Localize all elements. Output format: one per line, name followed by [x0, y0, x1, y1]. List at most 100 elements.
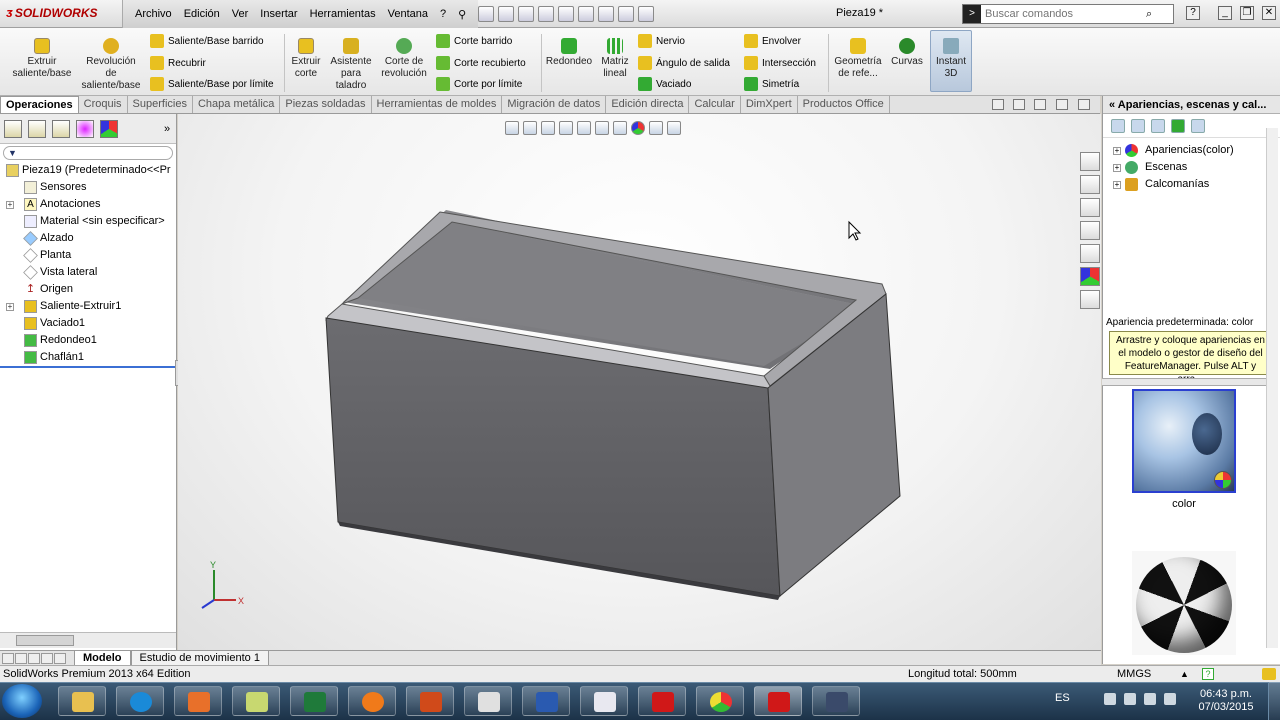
- horizontal-scrollbar[interactable]: [0, 632, 176, 648]
- units-dropdown-icon[interactable]: ▲: [1180, 666, 1189, 682]
- pane-splitter[interactable]: [1102, 378, 1274, 386]
- solidworks-logo[interactable]: ᴣ SOLIDWORKS: [6, 5, 98, 20]
- taskbar-explorer[interactable]: [58, 686, 106, 716]
- zoom-to-fit-icon[interactable]: [505, 121, 519, 135]
- expand-icon[interactable]: +: [6, 303, 14, 311]
- viewport-icon[interactable]: [1034, 99, 1046, 110]
- notification-icon[interactable]: [1262, 668, 1276, 680]
- envolver-button[interactable]: Envolver: [744, 34, 801, 48]
- corte-revolucion-button[interactable]: Corte de revolución: [378, 32, 430, 80]
- appearance-swatch-checker[interactable]: [1132, 551, 1236, 655]
- tab-estudio-movimiento[interactable]: Estudio de movimiento 1: [130, 650, 269, 666]
- expand-icon[interactable]: +: [1113, 147, 1121, 155]
- taskbar-powerpoint[interactable]: [406, 686, 454, 716]
- tab-herramientas-moldes[interactable]: Herramientas de moldes: [372, 96, 503, 113]
- menu-ventana[interactable]: Ventana: [382, 8, 434, 20]
- select-icon[interactable]: [578, 6, 594, 22]
- tree-item-alzado[interactable]: Alzado: [2, 230, 176, 247]
- tab-scroll-icon[interactable]: [54, 652, 66, 664]
- taskbar-word[interactable]: [522, 686, 570, 716]
- extruir-corte-button[interactable]: Extruir corte: [288, 32, 324, 80]
- tree-item-material[interactable]: Material <sin especificar>: [2, 213, 176, 230]
- tab-chapa-metalica[interactable]: Chapa metálica: [193, 96, 281, 113]
- volume-tray-icon[interactable]: [1164, 693, 1176, 705]
- display-style-icon[interactable]: [595, 121, 609, 135]
- new-document-icon[interactable]: [478, 6, 494, 22]
- simetria-button[interactable]: Simetría: [744, 77, 799, 91]
- model-view[interactable]: Y X: [178, 114, 1101, 650]
- apply-scene-icon[interactable]: [649, 121, 663, 135]
- back-icon[interactable]: [1111, 118, 1125, 133]
- split-view-icon[interactable]: [1013, 99, 1025, 110]
- tree-item-chaflan1[interactable]: Chaflán1: [2, 349, 176, 366]
- new-folder-icon[interactable]: [1151, 118, 1165, 133]
- taskbar-floppy[interactable]: [812, 686, 860, 716]
- menu-edicion[interactable]: Edición: [178, 8, 226, 20]
- menu-herramientas[interactable]: Herramientas: [304, 8, 382, 20]
- matriz-lineal-button[interactable]: Matriz lineal: [598, 32, 632, 80]
- redondeo-button[interactable]: Redondeo: [544, 32, 594, 68]
- next-tab-icon[interactable]: [28, 652, 40, 664]
- curvas-button[interactable]: Curvas: [888, 32, 926, 68]
- tab-edicion-directa[interactable]: Edición directa: [606, 96, 690, 113]
- expand-pane-icon[interactable]: »: [164, 123, 170, 135]
- display-manager-icon[interactable]: [100, 119, 118, 138]
- home-icon[interactable]: [1080, 175, 1100, 194]
- pin-icon[interactable]: ⚲: [452, 8, 472, 21]
- corte-barrido-button[interactable]: Corte barrido: [436, 34, 512, 48]
- taskbar-avast[interactable]: [348, 686, 396, 716]
- saliente-limite-button[interactable]: Saliente/Base por límite: [150, 77, 274, 91]
- nervio-button[interactable]: Nervio: [638, 34, 685, 48]
- add-folder-icon[interactable]: [1131, 118, 1145, 133]
- tab-superficies[interactable]: Superficies: [128, 96, 193, 113]
- appearance-swatch-color[interactable]: [1132, 389, 1236, 493]
- tab-piezas-soldadas[interactable]: Piezas soldadas: [280, 96, 372, 113]
- interseccion-button[interactable]: Intersección: [744, 56, 816, 70]
- print-icon[interactable]: [538, 6, 554, 22]
- signal-tray-icon[interactable]: [1144, 693, 1156, 705]
- restore-button[interactable]: ❐: [1240, 6, 1254, 20]
- tree-item-anotaciones[interactable]: + A Anotaciones: [2, 196, 176, 213]
- units-selector[interactable]: MMGS: [1117, 666, 1151, 682]
- taskbar-folders[interactable]: [232, 686, 280, 716]
- design-library-icon[interactable]: [1080, 198, 1100, 217]
- rebuild-icon[interactable]: [598, 6, 614, 22]
- undo-icon[interactable]: [558, 6, 574, 22]
- taskbar-excel[interactable]: [290, 686, 338, 716]
- hide-show-items-icon[interactable]: [613, 121, 627, 135]
- recubrir-button[interactable]: Recubrir: [150, 56, 206, 70]
- taskbar-internet-explorer[interactable]: [116, 686, 164, 716]
- language-indicator[interactable]: ES: [1055, 692, 1070, 704]
- geometria-referencia-button[interactable]: Geometría de refe...: [832, 32, 884, 80]
- command-search[interactable]: > ⌕: [962, 4, 1174, 24]
- scrollbar-thumb[interactable]: [16, 635, 74, 646]
- view-orientation-icon[interactable]: [577, 121, 591, 135]
- view-settings-icon[interactable]: [667, 121, 681, 135]
- tree-item-apariencias[interactable]: + Apariencias(color): [1103, 142, 1280, 159]
- saliente-barrido-button[interactable]: Saliente/Base barrido: [150, 34, 264, 48]
- vaciado-button[interactable]: Vaciado: [638, 77, 691, 91]
- previous-view-icon[interactable]: [541, 121, 555, 135]
- tree-item-vista-lateral[interactable]: Vista lateral: [2, 264, 176, 281]
- tree-item-saliente-extruir1[interactable]: + Saliente-Extruir1: [2, 298, 176, 315]
- refresh-icon[interactable]: [1171, 118, 1185, 133]
- expand-icon[interactable]: +: [6, 201, 14, 209]
- tree-item-redondeo1[interactable]: Redondeo1: [2, 332, 176, 349]
- solidworks-resources-icon[interactable]: [1080, 152, 1100, 171]
- open-icon[interactable]: [498, 6, 514, 22]
- close-button[interactable]: ✕: [1262, 6, 1276, 20]
- expand-icon[interactable]: +: [1113, 164, 1121, 172]
- revolucion-saliente-button[interactable]: Revolución de saliente/base: [80, 32, 142, 92]
- start-button[interactable]: [2, 684, 42, 718]
- search-input[interactable]: [981, 8, 1146, 20]
- taskbar-media-player[interactable]: [174, 686, 222, 716]
- tab-modelo[interactable]: Modelo: [74, 650, 131, 666]
- edit-appearance-icon[interactable]: [631, 121, 645, 135]
- tab-operaciones[interactable]: Operaciones: [0, 96, 79, 113]
- view-palette-icon[interactable]: [1080, 244, 1100, 263]
- up-folder-icon[interactable]: [1191, 118, 1205, 133]
- tree-item-planta[interactable]: Planta: [2, 247, 176, 264]
- network-tray-icon[interactable]: [1124, 693, 1136, 705]
- show-desktop-button[interactable]: [1268, 682, 1280, 720]
- feature-tree-icon[interactable]: [4, 119, 22, 138]
